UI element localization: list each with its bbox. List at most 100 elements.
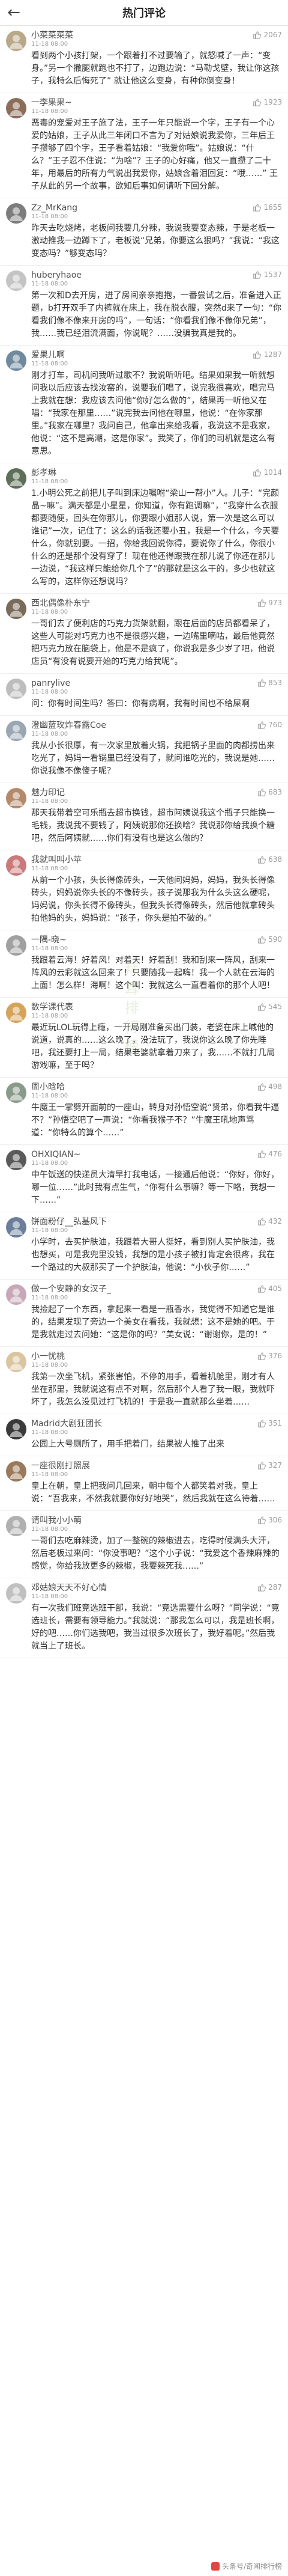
comment-item: 彭孝琳 11-18 08:00 1014 1.小明公死之前把儿子叫到床边嘱咐“梁… [0, 463, 288, 594]
like-button[interactable]: 853 [257, 679, 282, 687]
username[interactable]: 做一个安静的女汉子_ [31, 1284, 111, 1294]
username[interactable]: 周小晗哈 [31, 1082, 68, 1092]
like-button[interactable]: 1287 [253, 350, 282, 359]
like-button[interactable]: 498 [257, 1082, 282, 1091]
comment-text: 从前一个小孩，头长得像砖头，一天他问妈妈，妈妈，我头长得像砖头，妈妈说你头长的不… [31, 876, 275, 923]
avatar[interactable] [6, 468, 26, 489]
avatar[interactable] [6, 1583, 26, 1604]
comment-body: 西北偶像朴东宁 11-18 08:00 973 一哥们去了便利店的巧克力货架就翻… [31, 599, 282, 668]
username[interactable]: 一李果果~ [31, 98, 72, 108]
like-count: 1537 [263, 270, 282, 279]
like-button[interactable]: 1537 [253, 270, 282, 279]
like-button[interactable]: 590 [257, 935, 282, 944]
avatar[interactable] [6, 1516, 26, 1536]
avatar[interactable] [6, 1284, 26, 1305]
username[interactable]: panrylive [31, 679, 70, 688]
avatar[interactable] [6, 270, 26, 291]
avatar[interactable] [6, 1461, 26, 1482]
avatar[interactable] [6, 855, 26, 876]
like-button[interactable]: 405 [257, 1284, 282, 1293]
like-button[interactable]: 683 [257, 788, 282, 796]
comment-item: 邓姑娘天天不好心情 11-18 08:00 287 有一次我们班竞选班干部，我说… [0, 1578, 288, 1658]
avatar[interactable] [6, 788, 26, 808]
comment-body: 一李果果~ 11-18 08:00 1923 恶毒的宠爱对王子施了法，王子一年只… [31, 98, 282, 193]
avatar[interactable] [6, 1419, 26, 1439]
username[interactable]: OHXIQIAN~ [31, 1150, 80, 1159]
username[interactable]: 请叫我小小萌 [31, 1516, 82, 1525]
username[interactable]: 西北偶像朴东宁 [31, 599, 90, 608]
comment-body: 小菜菜菜菜 11-18 08:00 2067 看到两个小孩打架，一个跟着打不过要… [31, 31, 282, 88]
like-count: 476 [268, 1150, 282, 1158]
comment-text: 皇上在朝，皇上把我问几回来，朝中每个人都笑着对我，皇上说：“吾我来，不然我就要你… [31, 1482, 275, 1504]
like-button[interactable]: 1014 [253, 468, 282, 477]
like-button[interactable]: 287 [257, 1583, 282, 1592]
avatar[interactable] [6, 98, 26, 118]
like-count: 683 [268, 788, 282, 796]
thumbs-up-icon [258, 1352, 266, 1360]
avatar[interactable] [6, 599, 26, 619]
user-avatar-icon [10, 275, 23, 288]
like-button[interactable]: 351 [257, 1419, 282, 1427]
username[interactable]: 澄幽蓝玫炸春露Coe [31, 721, 106, 730]
comment-item: 一隅-晓~ 11-18 08:00 590 我跟着云海！好着风！对着天！好着刮！… [0, 930, 288, 998]
avatar[interactable] [6, 350, 26, 371]
like-button[interactable]: 545 [257, 1003, 282, 1011]
comment-item: 饼面粉仔__弘基风下 11-18 08:00 432 小学时，去买护肤油，我跟着… [0, 1212, 288, 1280]
username[interactable]: 彭孝琳 [31, 468, 68, 478]
username[interactable]: 小菜菜菜菜 [31, 31, 73, 40]
comment-text: 问：你有时间生吗？答曰：你有病啊，我有时间也不给屎啊 [31, 699, 250, 709]
like-count: 590 [268, 935, 282, 944]
like-button[interactable]: 1923 [253, 98, 282, 106]
comment-body: 周小晗哈 11-18 08:00 498 牛魔王一掌劈开面前的一座山，转身对孙悟… [31, 1082, 282, 1140]
username[interactable]: 数学课代表 [31, 1003, 73, 1012]
like-button[interactable]: 476 [257, 1150, 282, 1158]
like-button[interactable]: 2067 [253, 31, 282, 39]
comment-item: 小菜菜菜菜 11-18 08:00 2067 看到两个小孩打架，一个跟着打不过要… [0, 26, 288, 93]
like-count: 760 [268, 721, 282, 729]
back-arrow-icon[interactable]: ← [6, 5, 22, 20]
comment-item: 魅力印记 11-18 08:00 683 那天我带着空可乐瓶去超市换钱，超市阿姨… [0, 783, 288, 850]
like-button[interactable]: 432 [257, 1217, 282, 1225]
username[interactable]: 饼面粉仔__弘基风下 [31, 1217, 107, 1227]
like-count: 376 [268, 1352, 282, 1360]
timestamp: 11-18 08:00 [31, 1013, 68, 1019]
like-count: 498 [268, 1082, 282, 1091]
avatar[interactable] [6, 721, 26, 741]
username[interactable]: 小一忧桃 [31, 1352, 68, 1361]
avatar[interactable] [6, 935, 26, 956]
top-bar: ← 热门评论 [0, 0, 288, 26]
comment-text: 我跟着云海！好着风！对着天！好着刮！我和刮来一阵风，刮来一阵风的云彩就这么回来了… [31, 956, 275, 990]
like-button[interactable]: 973 [257, 599, 282, 607]
timestamp: 11-18 08:00 [31, 108, 68, 115]
avatar[interactable] [6, 679, 26, 699]
avatar[interactable] [6, 1003, 26, 1023]
comment-list: 小菜菜菜菜 11-18 08:00 2067 看到两个小孩打架，一个跟着打不过要… [0, 26, 288, 1658]
timestamp: 11-18 08:00 [31, 1295, 68, 1301]
username[interactable]: Madrid大剧狂团长 [31, 1419, 102, 1429]
username[interactable]: 邓姑娘天天不好心情 [31, 1583, 107, 1593]
like-button[interactable]: 376 [257, 1352, 282, 1360]
username[interactable]: 爱果儿啊 [31, 350, 68, 360]
username[interactable]: 一座很刚打照展 [31, 1461, 90, 1471]
avatar[interactable] [6, 1352, 26, 1372]
avatar[interactable] [6, 203, 26, 224]
username[interactable]: 魅力印记 [31, 788, 68, 798]
avatar[interactable] [6, 1217, 26, 1238]
like-count: 638 [268, 855, 282, 864]
avatar[interactable] [6, 1082, 26, 1103]
like-button[interactable]: 760 [257, 721, 282, 729]
like-button[interactable]: 306 [257, 1516, 282, 1524]
username[interactable]: huberyhaoe [31, 270, 82, 280]
username[interactable]: 我就叫叫小苹 [31, 855, 82, 865]
like-button[interactable]: 1655 [253, 203, 282, 212]
username[interactable]: 一隅-晓~ [31, 935, 68, 945]
comment-body: 彭孝琳 11-18 08:00 1014 1.小明公死之前把儿子叫到床边嘱咐“梁… [31, 468, 282, 588]
username[interactable]: Zz_MrKang [31, 203, 77, 213]
thumbs-up-icon [258, 856, 266, 864]
avatar[interactable] [6, 31, 26, 51]
timestamp: 11-18 08:00 [31, 213, 68, 220]
like-button[interactable]: 638 [257, 855, 282, 864]
thumbs-up-icon [253, 31, 262, 39]
like-button[interactable]: 327 [257, 1461, 282, 1470]
avatar[interactable] [6, 1150, 26, 1170]
